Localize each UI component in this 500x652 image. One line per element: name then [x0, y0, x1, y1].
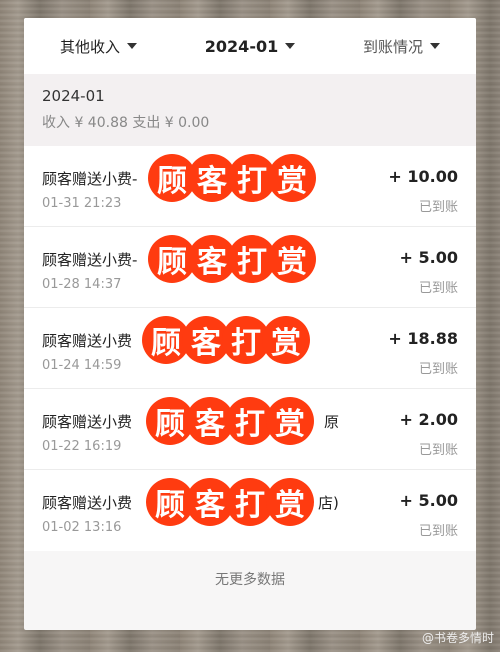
transaction-time: 01-28 14:37: [42, 277, 122, 292]
transaction-amount: + 5.00: [399, 491, 458, 510]
transaction-row[interactable]: 顾客赠送小费- 01-31 21:23 + 10.00 已到账 顾 客 打 赏: [24, 146, 476, 227]
chevron-down-icon: [285, 43, 296, 49]
sticker-char: 赏: [262, 316, 310, 364]
chevron-down-icon: [430, 43, 440, 49]
transaction-list: 顾客赠送小费- 01-31 21:23 + 10.00 已到账 顾 客 打 赏 …: [24, 146, 476, 551]
transaction-status: 已到账: [418, 524, 458, 539]
transaction-title: 顾客赠送小费: [42, 413, 133, 431]
sticker-char: 赏: [268, 154, 316, 202]
month-summary: 2024-01 收入 ¥ 40.88 支出 ¥ 0.00: [24, 74, 476, 146]
income-type-label: 其他收入: [60, 37, 121, 56]
transaction-time: 01-24 14:59: [42, 358, 122, 373]
tip-sticker: 顾 客 打 赏: [148, 235, 316, 283]
no-more-data: 无更多数据: [215, 572, 285, 588]
watermark: @书卷多情时: [421, 631, 494, 645]
transaction-status: 已到账: [418, 281, 458, 296]
transaction-title-suffix: 店): [318, 494, 339, 512]
transaction-time: 01-22 16:19: [42, 439, 122, 454]
transaction-row[interactable]: 顾客赠送小费- 01-28 14:37 + 5.00 已到账 顾 客 打 赏: [24, 227, 476, 308]
transaction-time: 01-31 21:23: [42, 196, 122, 211]
income-type-filter[interactable]: 其他收入: [60, 36, 138, 57]
summary-totals: 收入 ¥ 40.88 支出 ¥ 0.00: [42, 115, 210, 131]
tip-sticker: 顾 客 打 赏: [146, 397, 314, 445]
summary-month: 2024-01: [42, 87, 105, 105]
transaction-row[interactable]: 顾客赠送小费 原 01-22 16:19 + 2.00 已到账 顾 客 打 赏: [24, 389, 476, 470]
transaction-title: 顾客赠送小费-: [42, 170, 138, 188]
transaction-title: 顾客赠送小费-: [42, 251, 138, 269]
transaction-title: 顾客赠送小费: [42, 332, 133, 350]
month-filter[interactable]: 2024-01: [204, 36, 296, 56]
transaction-amount: + 18.88: [388, 329, 458, 348]
filter-bar: 其他收入 2024-01 到账情况: [24, 18, 476, 74]
status-label: 到账情况: [362, 37, 423, 56]
tip-sticker: 顾 客 打 赏: [146, 478, 314, 526]
tip-sticker: 顾 客 打 赏: [148, 154, 316, 202]
transaction-amount: + 5.00: [399, 248, 458, 267]
chevron-down-icon: [127, 43, 138, 49]
transaction-status: 已到账: [418, 200, 458, 215]
tip-sticker: 顾 客 打 赏: [142, 316, 310, 364]
month-label: 2024-01: [204, 36, 279, 56]
transaction-row[interactable]: 顾客赠送小费 店) 01-02 13:16 + 5.00 已到账 顾 客 打 赏: [24, 470, 476, 551]
transaction-status: 已到账: [418, 443, 458, 458]
sticker-char: 赏: [268, 235, 316, 283]
transaction-amount: + 10.00: [388, 167, 458, 186]
transaction-time: 01-02 13:16: [42, 520, 122, 535]
transaction-title-suffix: 原: [324, 413, 340, 431]
transaction-status: 已到账: [418, 362, 458, 377]
transaction-title: 顾客赠送小费: [42, 494, 133, 512]
sticker-char: 赏: [266, 397, 314, 445]
transaction-row[interactable]: 顾客赠送小费 01-24 14:59 + 18.88 已到账 顾 客 打 赏: [24, 308, 476, 389]
sticker-char: 赏: [266, 478, 314, 526]
status-filter[interactable]: 到账情况: [363, 36, 440, 57]
bill-card: 其他收入 2024-01 到账情况 2024-01 收入 ¥ 40.88 支出 …: [24, 18, 476, 630]
transaction-amount: + 2.00: [399, 410, 458, 429]
